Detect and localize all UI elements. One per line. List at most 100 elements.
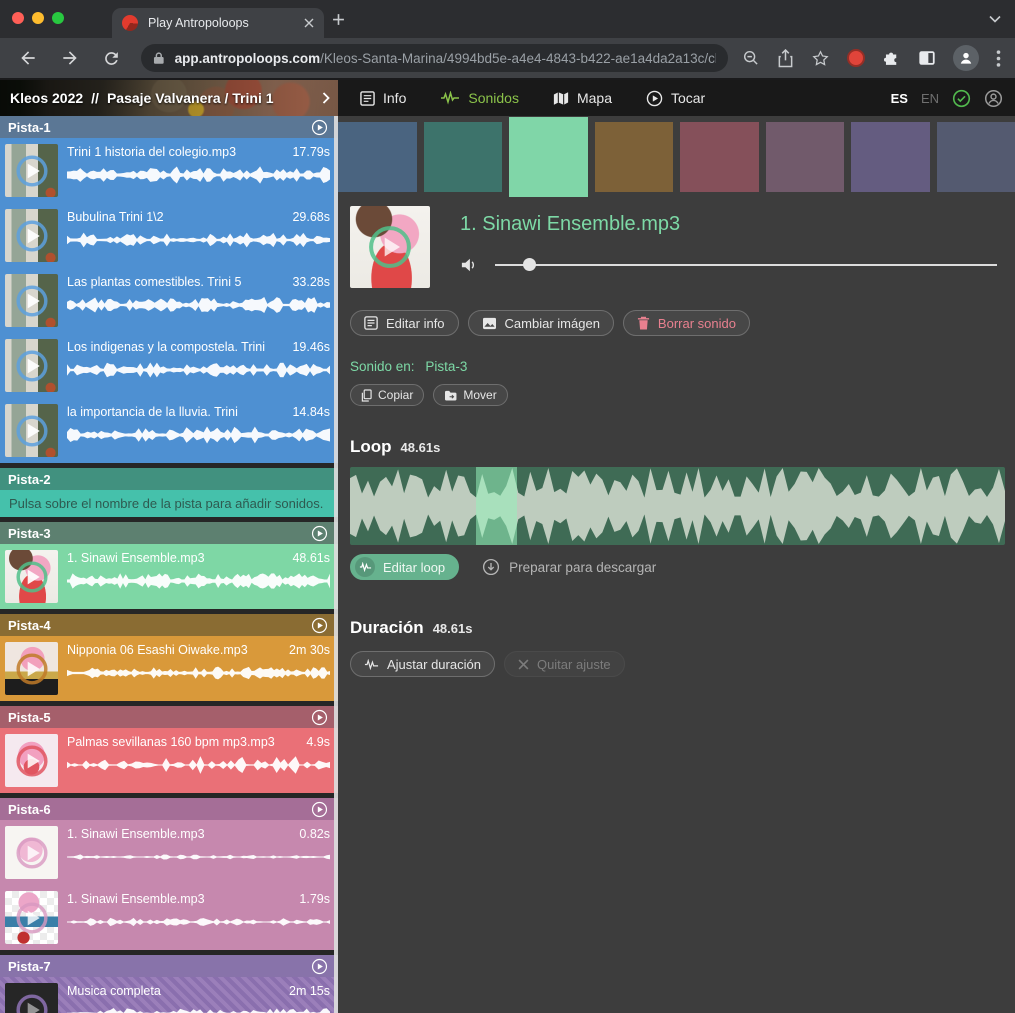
play-sound-icon[interactable] — [364, 221, 416, 273]
edit-loop-button[interactable]: Editar loop — [350, 554, 459, 580]
breadcrumb-track[interactable]: Pasaje Valvanera / Trini 1 — [107, 90, 274, 106]
sound-clip[interactable]: Palmas sevillanas 160 bpm mp3.mp34.9s — [0, 728, 338, 793]
breadcrumb-chevron-icon[interactable] — [322, 92, 338, 104]
track-swatch-3-selected[interactable] — [509, 117, 588, 197]
track-header-pista-1[interactable]: Pista-1 — [0, 116, 338, 138]
track-header-pista-5[interactable]: Pista-5 — [0, 706, 338, 728]
sound-thumbnail[interactable] — [5, 550, 58, 603]
sound-clip-selected[interactable]: 1. Sinawi Ensemble.mp348.61s — [0, 544, 338, 609]
play-track-icon[interactable] — [311, 958, 328, 975]
sound-thumbnail[interactable] — [5, 144, 58, 197]
lang-en[interactable]: EN — [921, 91, 939, 106]
sound-clip[interactable]: Las plantas comestibles. Trini 533.28s — [0, 268, 338, 333]
sound-thumbnail[interactable] — [5, 642, 58, 695]
browser-menu-icon[interactable] — [996, 50, 1001, 67]
sound-image[interactable] — [350, 206, 430, 288]
sound-in-track-link[interactable]: Pista-3 — [425, 359, 467, 374]
play-sound-icon[interactable] — [13, 347, 51, 385]
track-swatch-6[interactable] — [766, 122, 845, 192]
edit-info-button[interactable]: Editar info — [350, 310, 459, 336]
side-panel-icon[interactable] — [918, 49, 936, 67]
prepare-download-button[interactable]: Preparar para descargar — [476, 557, 662, 577]
forward-button[interactable] — [60, 48, 80, 68]
play-sound-icon[interactable] — [13, 899, 51, 937]
new-tab-button[interactable] — [332, 13, 345, 26]
minimize-window-button[interactable] — [32, 12, 44, 24]
tab-mapa[interactable]: Mapa — [553, 90, 612, 106]
play-track-icon[interactable] — [311, 709, 328, 726]
lang-es[interactable]: ES — [891, 91, 908, 106]
sound-thumbnail[interactable] — [5, 209, 58, 262]
back-button[interactable] — [18, 48, 38, 68]
track-header-pista-3[interactable]: Pista-3 — [0, 522, 338, 544]
tab-sonidos[interactable]: Sonidos — [440, 90, 519, 106]
extensions-puzzle-icon[interactable] — [882, 49, 901, 68]
sound-clip[interactable]: Trini 1 historia del colegio.mp317.79s — [0, 138, 338, 203]
volume-slider-knob[interactable] — [523, 258, 536, 271]
play-track-icon[interactable] — [311, 617, 328, 634]
profile-avatar[interactable] — [953, 45, 979, 71]
play-track-icon[interactable] — [311, 119, 328, 136]
close-window-button[interactable] — [12, 12, 24, 24]
tab-tocar[interactable]: Tocar — [646, 90, 705, 107]
sound-thumbnail[interactable] — [5, 983, 58, 1013]
track-swatch-8[interactable] — [937, 122, 1015, 192]
sound-clip[interactable]: 1. Sinawi Ensemble.mp31.79s — [0, 885, 338, 950]
sound-clip[interactable]: Bubulina Trini 1\229.68s — [0, 203, 338, 268]
track-header-pista-7[interactable]: Pista-7 — [0, 955, 338, 977]
track-swatch-7[interactable] — [851, 122, 930, 192]
sound-thumbnail[interactable] — [5, 734, 58, 787]
play-track-icon[interactable] — [311, 525, 328, 542]
sidebar-scrollbar[interactable] — [334, 116, 338, 1013]
zoom-page-icon[interactable] — [742, 49, 760, 67]
sound-clip[interactable]: la importancia de la lluvia. Trini14.84s — [0, 398, 338, 463]
sound-thumbnail[interactable] — [5, 891, 58, 944]
play-sound-icon[interactable] — [13, 742, 51, 780]
track-swatch-2[interactable] — [424, 122, 503, 192]
play-sound-icon[interactable] — [13, 991, 51, 1013]
sound-thumbnail[interactable] — [5, 339, 58, 392]
play-sound-icon[interactable] — [13, 282, 51, 320]
play-sound-icon[interactable] — [13, 412, 51, 450]
track-empty-message[interactable]: Pulsa sobre el nombre de la pista para a… — [0, 490, 338, 517]
track-swatch-5[interactable] — [680, 122, 759, 192]
play-sound-icon[interactable] — [13, 650, 51, 688]
play-sound-icon[interactable] — [13, 558, 51, 596]
move-button[interactable]: Mover — [433, 384, 507, 406]
sound-thumbnail[interactable] — [5, 274, 58, 327]
play-track-icon[interactable] — [311, 801, 328, 818]
remove-adjust-button[interactable]: Quitar ajuste — [504, 651, 625, 677]
sound-clip[interactable]: Musica completa2m 15s — [0, 977, 338, 1013]
address-bar[interactable]: app.antropoloops.com/Kleos-Santa-Marina/… — [141, 44, 728, 72]
loop-waveform-panel[interactable] — [350, 467, 1005, 545]
sound-thumbnail[interactable] — [5, 826, 58, 879]
recording-extension-icon[interactable] — [847, 49, 865, 67]
project-breadcrumb[interactable]: Kleos 2022 // Pasaje Valvanera / Trini 1 — [0, 80, 338, 116]
browser-tab[interactable]: Play Antropoloops — [112, 8, 324, 38]
bookmark-star-icon[interactable] — [811, 49, 830, 68]
change-image-button[interactable]: Cambiar imágen — [468, 310, 614, 336]
track-header-pista-6[interactable]: Pista-6 — [0, 798, 338, 820]
track-swatch-4[interactable] — [595, 122, 674, 192]
track-header-pista-2[interactable]: Pista-2 — [0, 468, 338, 490]
play-sound-icon[interactable] — [13, 152, 51, 190]
track-header-pista-4[interactable]: Pista-4 — [0, 614, 338, 636]
reload-button[interactable] — [102, 49, 121, 68]
saved-check-icon[interactable] — [952, 89, 971, 108]
sound-clip[interactable]: 1. Sinawi Ensemble.mp30.82s — [0, 820, 338, 885]
sound-clip[interactable]: Los indigenas y la compostela. Trini19.4… — [0, 333, 338, 398]
sound-clip[interactable]: Nipponia 06 Esashi Oiwake.mp32m 30s — [0, 636, 338, 701]
sound-thumbnail[interactable] — [5, 404, 58, 457]
share-icon[interactable] — [777, 49, 794, 68]
breadcrumb-project[interactable]: Kleos 2022 — [10, 90, 83, 106]
account-icon[interactable] — [984, 89, 1003, 108]
track-swatch-1[interactable] — [338, 122, 417, 192]
play-sound-icon[interactable] — [13, 217, 51, 255]
tab-close-icon[interactable] — [304, 18, 314, 28]
tab-search-chevron-icon[interactable] — [989, 15, 1001, 23]
adjust-duration-button[interactable]: Ajustar duración — [350, 651, 495, 677]
play-sound-icon[interactable] — [13, 834, 51, 872]
tab-info[interactable]: Info — [360, 90, 406, 106]
volume-slider[interactable] — [495, 258, 997, 272]
zoom-window-button[interactable] — [52, 12, 64, 24]
